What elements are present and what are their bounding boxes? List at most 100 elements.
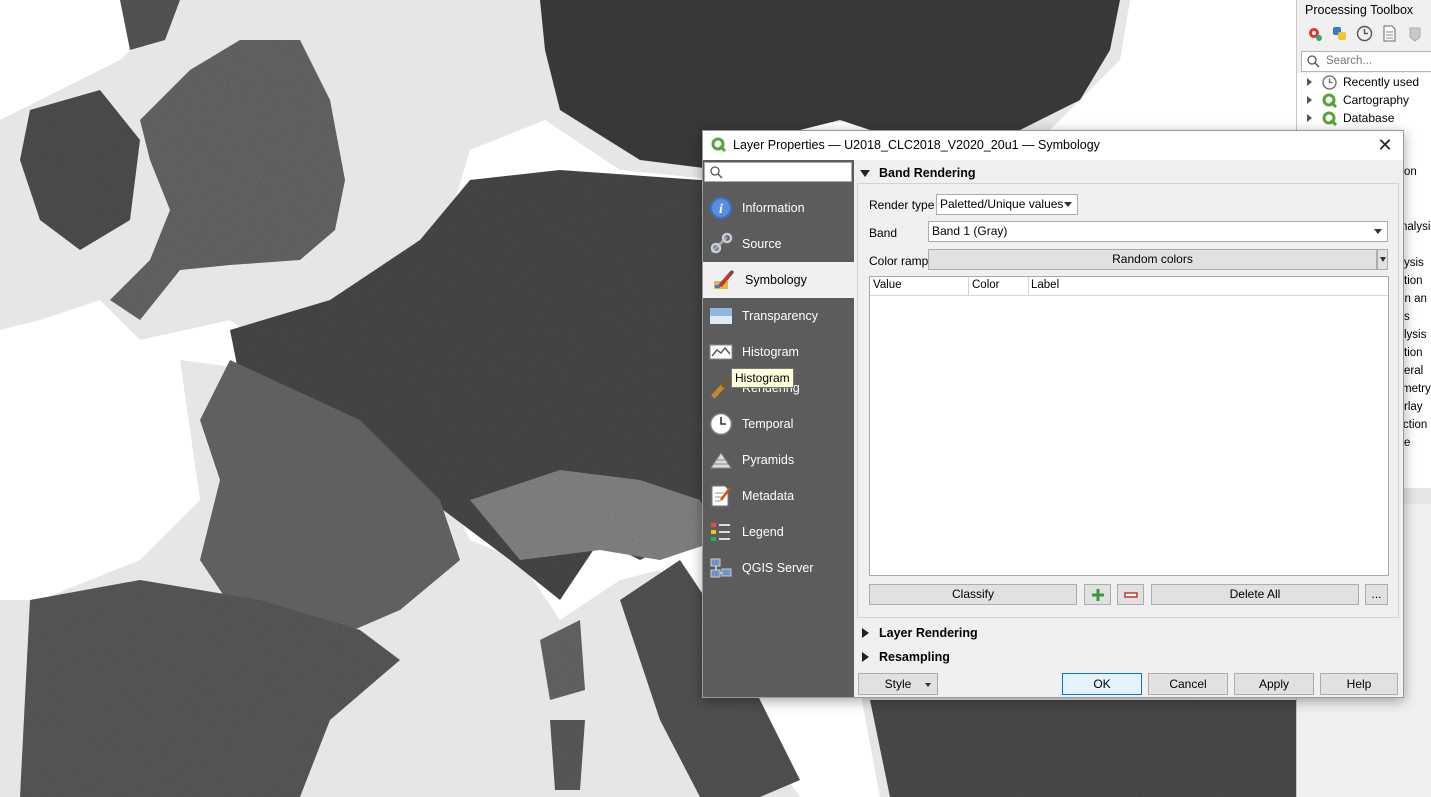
classify-button[interactable]: Classify <box>869 584 1077 605</box>
sidebar-item-label: Transparency <box>742 309 818 323</box>
dialog-title: Layer Properties — U2018_CLC2018_V2020_2… <box>733 138 1100 152</box>
column-value[interactable]: Value <box>873 279 902 291</box>
sidebar-item-label: Legend <box>742 525 784 539</box>
tree-item-partial[interactable]: lysis <box>1404 329 1426 341</box>
layer-rendering-title: Layer Rendering <box>879 626 978 640</box>
sidebar-item-label: Symbology <box>745 273 807 287</box>
information-icon: i <box>708 195 734 221</box>
toolbox-search-input[interactable]: Search... <box>1301 51 1431 72</box>
sidebar-item-histogram[interactable]: Histogram <box>703 334 854 370</box>
sidebar-item-pyramids[interactable]: Pyramids <box>703 442 854 478</box>
tree-item-partial[interactable]: ysis <box>1404 257 1424 269</box>
expand-arrow-icon[interactable] <box>1307 96 1312 104</box>
symbology-panel: Band Rendering Render type Paletted/Uniq… <box>854 160 1403 697</box>
sidebar-item-label: Histogram <box>742 345 799 359</box>
band-rendering-title: Band Rendering <box>879 166 976 180</box>
history-clock-icon[interactable] <box>1355 24 1374 43</box>
transparency-icon <box>708 303 734 329</box>
help-button[interactable]: Help <box>1320 673 1398 695</box>
sidebar-item-symbology[interactable]: Symbology <box>703 262 854 298</box>
tree-item-partial[interactable]: on <box>1404 166 1417 178</box>
tree-item-partial[interactable]: ction <box>1403 419 1427 431</box>
minus-icon <box>1123 592 1138 598</box>
chevron-down-icon <box>925 683 931 687</box>
tree-item-partial[interactable]: tion <box>1404 275 1423 287</box>
sidebar-item-qgis-server[interactable]: QGIS Server <box>703 550 854 586</box>
layer-properties-dialog: Layer Properties — U2018_CLC2018_V2020_2… <box>702 130 1404 698</box>
qgis-server-icon <box>708 555 734 581</box>
toolbox-title: Processing Toolbox <box>1305 3 1414 17</box>
column-color[interactable]: Color <box>972 279 999 291</box>
sidebar-item-temporal[interactable]: Temporal <box>703 406 854 442</box>
tree-item-partial[interactable]: nalysis <box>1401 221 1431 233</box>
resampling-header[interactable]: Resampling <box>860 650 950 664</box>
classes-table[interactable]: Value Color Label <box>869 276 1389 576</box>
chevron-down-icon <box>1374 229 1382 234</box>
symbology-icon <box>711 267 737 293</box>
color-ramp-button[interactable]: Random colors <box>928 249 1377 270</box>
color-ramp-label: Color ramp <box>869 254 929 268</box>
tree-item-partial[interactable]: in an <box>1402 293 1427 305</box>
sidebar-item-label: Pyramids <box>742 453 795 467</box>
sidebar-item-information[interactable]: i Information <box>703 190 854 226</box>
clock-icon <box>1322 74 1337 90</box>
tree-item-database[interactable]: Database <box>1307 109 1394 127</box>
sidebar-item-legend[interactable]: Legend <box>703 514 854 550</box>
sidebar-item-label: Temporal <box>742 417 794 431</box>
expand-arrow-icon <box>862 652 869 662</box>
color-ramp-dropdown[interactable] <box>1377 249 1388 270</box>
remove-class-button[interactable] <box>1117 584 1144 605</box>
tree-item-label: Database <box>1343 111 1395 125</box>
tree-selection-highlight <box>1401 488 1431 504</box>
chevron-down-icon <box>1380 257 1386 262</box>
column-label[interactable]: Label <box>1031 279 1059 291</box>
dialog-titlebar[interactable]: Layer Properties — U2018_CLC2018_V2020_2… <box>703 131 1403 160</box>
expand-arrow-icon <box>862 628 869 638</box>
tree-item-partial[interactable]: tion <box>1404 347 1423 359</box>
style-button[interactable]: Style <box>858 673 938 695</box>
sidebar-item-label: Source <box>742 237 782 251</box>
expand-arrow-icon[interactable] <box>1307 78 1312 86</box>
plus-icon <box>1091 589 1104 601</box>
properties-sidebar: i Information Source Symbology Transpare… <box>703 160 854 697</box>
sidebar-item-transparency[interactable]: Transparency <box>703 298 854 334</box>
sidebar-search-input[interactable] <box>704 162 852 182</box>
sidebar-item-metadata[interactable]: Metadata <box>703 478 854 514</box>
tree-item-partial[interactable]: e <box>1404 437 1410 449</box>
expand-arrow-icon[interactable] <box>1307 114 1312 122</box>
python-icon[interactable] <box>1330 24 1349 43</box>
close-icon[interactable]: ✕ <box>1375 135 1395 155</box>
band-select[interactable]: Band 1 (Gray) <box>928 221 1388 242</box>
render-type-select[interactable]: Paletted/Unique values <box>936 194 1078 215</box>
tree-item-recently-used[interactable]: Recently used <box>1307 73 1419 91</box>
tree-item-label: Recently used <box>1343 75 1420 89</box>
apply-button[interactable]: Apply <box>1234 673 1314 695</box>
options-icon[interactable] <box>1405 24 1424 43</box>
models-gear-icon[interactable] <box>1305 24 1324 43</box>
collapse-arrow-icon <box>860 169 870 177</box>
tree-item-partial[interactable]: rlay <box>1404 401 1423 413</box>
sidebar-item-label: Information <box>742 201 805 215</box>
histogram-icon <box>708 339 734 365</box>
svg-text:i: i <box>719 202 723 217</box>
temporal-icon <box>708 411 734 437</box>
sidebar-item-source[interactable]: Source <box>703 226 854 262</box>
style-label: Style <box>884 677 912 691</box>
tree-item-partial[interactable]: eral <box>1404 365 1423 377</box>
band-rendering-header[interactable]: Band Rendering <box>860 166 976 180</box>
sidebar-item-label: QGIS Server <box>742 561 814 575</box>
delete-all-button[interactable]: Delete All <box>1151 584 1359 605</box>
tree-item-partial[interactable]: metry <box>1402 383 1431 395</box>
sidebar-item-label: Metadata <box>742 489 795 503</box>
tree-item-cartography[interactable]: Cartography <box>1307 91 1409 109</box>
results-document-icon[interactable] <box>1380 24 1399 43</box>
resampling-title: Resampling <box>879 650 950 664</box>
layer-rendering-header[interactable]: Layer Rendering <box>860 626 978 640</box>
toolbox-search-placeholder: Search... <box>1326 55 1373 67</box>
add-class-button[interactable] <box>1084 584 1111 605</box>
cancel-button[interactable]: Cancel <box>1148 673 1228 695</box>
band-rendering-group: Render type Paletted/Unique values Band … <box>857 183 1399 618</box>
tree-item-partial[interactable]: s <box>1404 311 1410 323</box>
ok-button[interactable]: OK <box>1062 673 1142 695</box>
more-options-button[interactable]: ... <box>1365 584 1388 605</box>
